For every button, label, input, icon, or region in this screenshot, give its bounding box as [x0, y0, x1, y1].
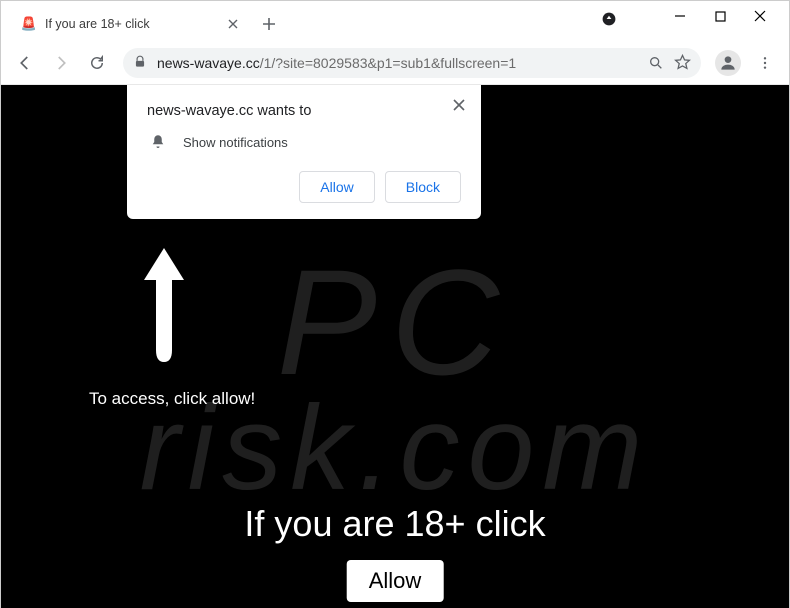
up-arrow-icon — [136, 240, 192, 375]
notification-permission-dialog: news-wavaye.cc wants to Show notificatio… — [127, 85, 481, 219]
browser-toolbar: news-wavaye.cc/1/?site=8029583&p1=sub1&f… — [1, 41, 789, 85]
window-controls — [651, 1, 789, 31]
block-button[interactable]: Block — [385, 171, 461, 203]
page-allow-button[interactable]: Allow — [347, 560, 444, 602]
back-button[interactable] — [9, 47, 41, 79]
page-content: PC risk.com To access, click allow! If y… — [1, 85, 789, 608]
reload-button[interactable] — [81, 47, 113, 79]
dialog-actions: Allow Block — [147, 171, 461, 203]
close-window-button[interactable] — [753, 9, 767, 23]
extension-shield-icon[interactable] — [599, 9, 619, 29]
headline-text: If you are 18+ click — [1, 503, 789, 545]
dialog-title: news-wavaye.cc wants to — [147, 103, 461, 119]
browser-tab[interactable]: 🚨 If you are 18+ click — [9, 7, 249, 41]
lock-icon — [133, 55, 149, 71]
zoom-icon[interactable] — [647, 54, 665, 72]
permission-item: Show notifications — [149, 133, 461, 151]
maximize-button[interactable] — [713, 9, 727, 23]
forward-button[interactable] — [45, 47, 77, 79]
minimize-button[interactable] — [673, 9, 687, 23]
profile-avatar[interactable] — [715, 50, 741, 76]
bell-icon — [149, 133, 167, 151]
allow-button[interactable]: Allow — [299, 171, 374, 203]
window-titlebar: 🚨 If you are 18+ click — [1, 1, 789, 41]
new-tab-button[interactable] — [255, 10, 283, 38]
permission-label: Show notifications — [183, 135, 288, 150]
close-icon[interactable] — [225, 16, 241, 32]
siren-icon: 🚨 — [21, 16, 37, 32]
tab-title: If you are 18+ click — [45, 17, 217, 31]
address-bar[interactable]: news-wavaye.cc/1/?site=8029583&p1=sub1&f… — [123, 48, 701, 78]
menu-button[interactable] — [749, 47, 781, 79]
dialog-close-icon[interactable] — [449, 95, 469, 115]
url-text: news-wavaye.cc/1/?site=8029583&p1=sub1&f… — [157, 55, 639, 71]
watermark-top: PC — [277, 236, 513, 409]
bookmark-star-icon[interactable] — [673, 54, 691, 72]
instruction-text: To access, click allow! — [89, 389, 255, 409]
